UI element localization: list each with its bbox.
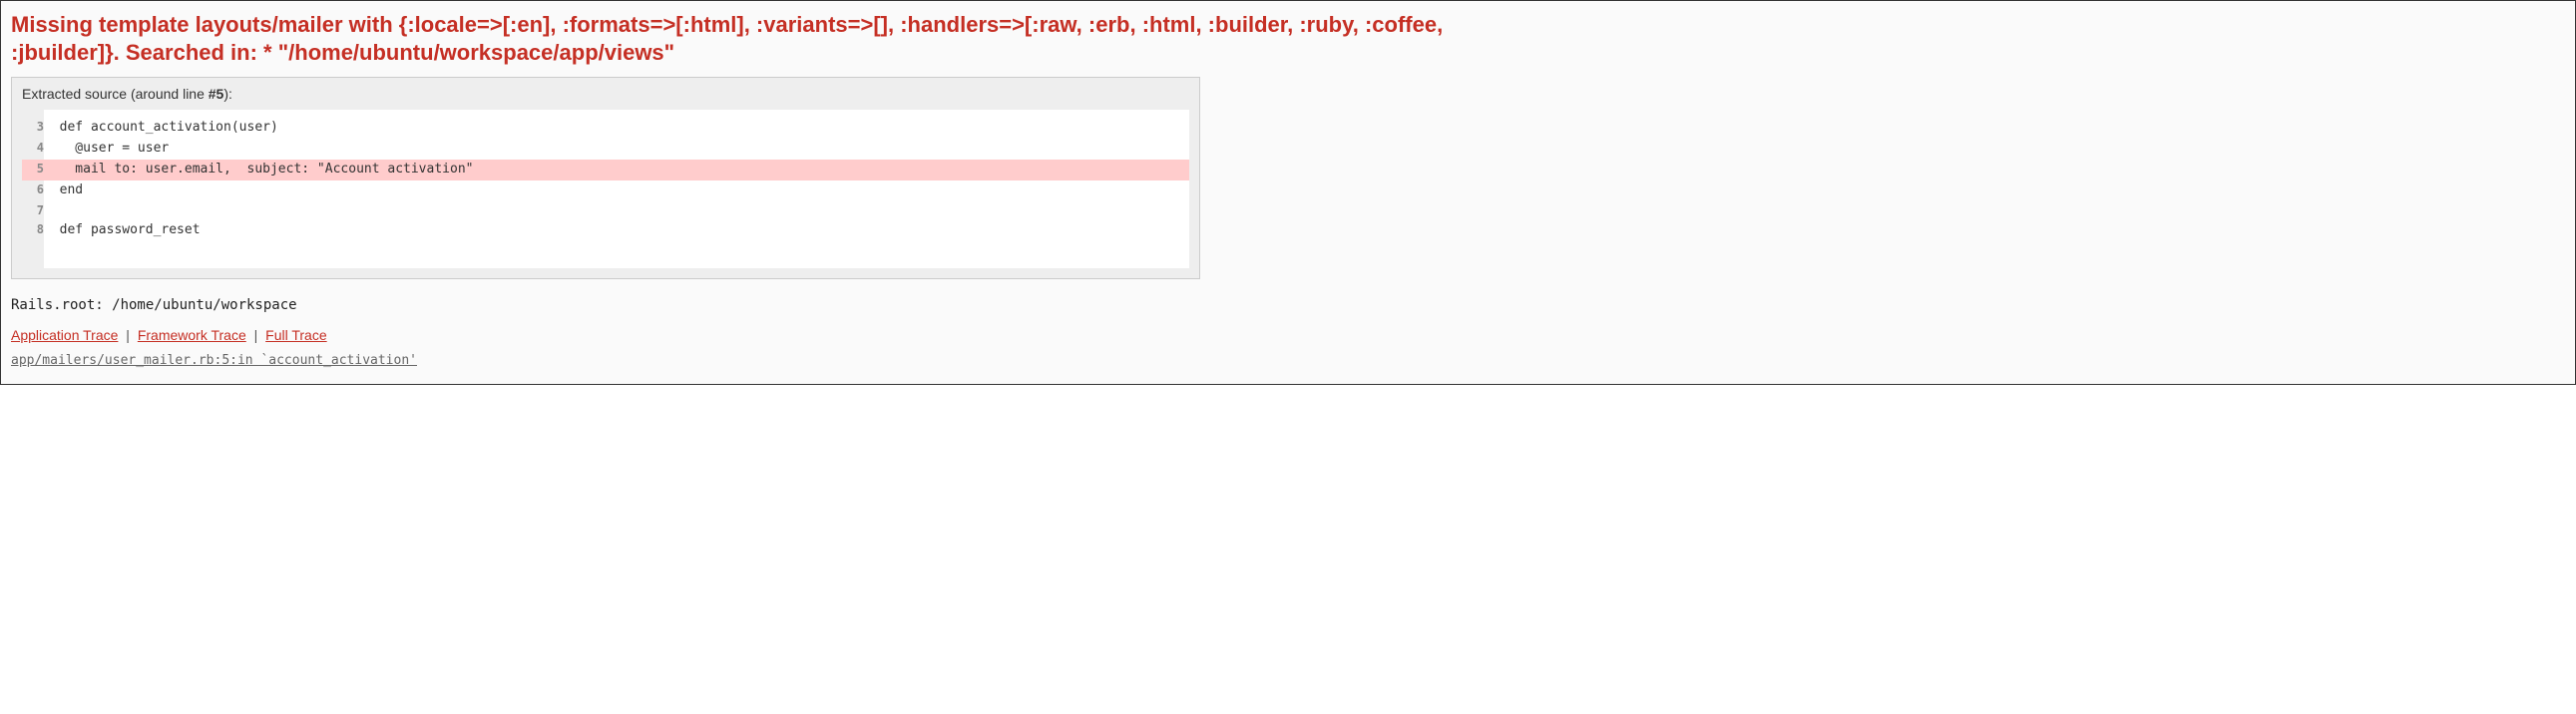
application-trace-tab[interactable]: Application Trace [11,327,118,343]
line-code: @user = user [44,139,1189,160]
full-trace-tab[interactable]: Full Trace [265,327,326,343]
line-code [44,201,1189,220]
line-number: 4 [22,139,44,160]
rails-error-page: Missing template layouts/mailer with {:l… [0,0,2576,385]
error-title: Missing template layouts/mailer with {:l… [11,11,1547,67]
application-trace-content: app/mailers/user_mailer.rb:5:in `account… [11,353,2563,368]
trace-tabs: Application Trace | Framework Trace | Fu… [11,327,2563,343]
line-number: 6 [22,180,44,201]
line-number: 3 [22,118,44,139]
extracted-source-line-number: #5 [209,86,224,102]
source-line: 8 def password_reset [22,220,1189,241]
extracted-source-box: Extracted source (around line #5): 3 def… [11,77,1200,279]
source-line: 6 end [22,180,1189,201]
framework-trace-tab[interactable]: Framework Trace [138,327,246,343]
extracted-source-label-prefix: Extracted source (around line [22,86,209,102]
line-number: 8 [22,220,44,241]
source-line: 7 [22,201,1189,220]
source-code-table: 3 def account_activation(user)4 @user = … [22,110,1189,268]
line-code: def password_reset [44,220,1189,241]
extracted-source-label: Extracted source (around line #5): [22,86,1189,102]
line-code: end [44,180,1189,201]
trace-separator: | [250,327,262,343]
source-line: 5 mail to: user.email, subject: "Account… [22,160,1189,180]
line-number: 5 [22,160,44,180]
trace-line-link[interactable]: app/mailers/user_mailer.rb:5:in `account… [11,353,417,368]
line-number: 7 [22,201,44,220]
line-code: mail to: user.email, subject: "Account a… [44,160,1189,180]
extracted-source-label-suffix: ): [223,86,232,102]
rails-root-path: Rails.root: /home/ubuntu/workspace [11,297,2563,313]
source-line: 4 @user = user [22,139,1189,160]
line-code: def account_activation(user) [44,118,1189,139]
trace-separator: | [122,327,134,343]
source-line: 3 def account_activation(user) [22,118,1189,139]
